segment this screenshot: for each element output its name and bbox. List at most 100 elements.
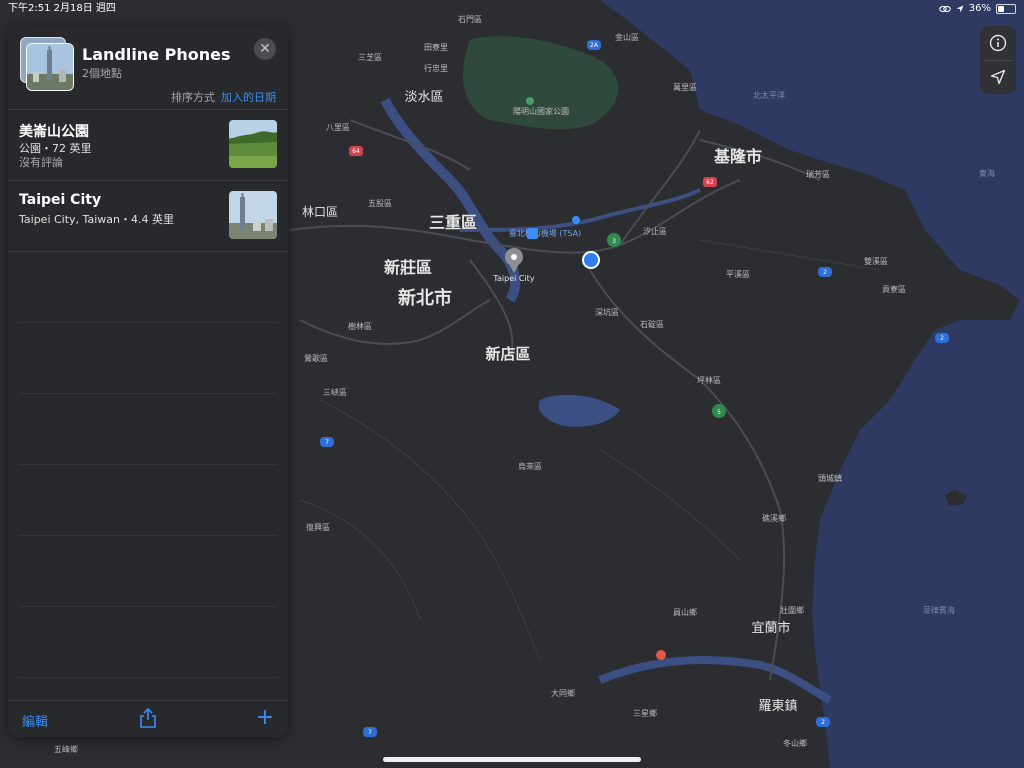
map-label-small: 東海 xyxy=(979,168,995,178)
svg-text:2: 2 xyxy=(823,269,827,276)
map-label-small: 員山鄉 xyxy=(673,607,697,617)
map-label-small: 石碇區 xyxy=(640,319,664,329)
guide-panel: Landline Phones 2個地點 ✕ 排序方式 加入的日期 美崙山公園 公… xyxy=(8,25,288,737)
city-skyline-photo xyxy=(229,191,277,239)
svg-text:62: 62 xyxy=(706,179,714,186)
panel-header: Landline Phones 2個地點 ✕ 排序方式 加入的日期 xyxy=(8,25,288,110)
map-label-small: 瑞芳區 xyxy=(806,169,830,179)
list-item[interactable]: 美崙山公園 公園・72 英里 沒有評論 xyxy=(8,110,288,181)
highway-badge: 64 xyxy=(349,146,363,156)
map-label-small: 三芝區 xyxy=(358,52,382,62)
map-label-small: 鶯歌區 xyxy=(304,353,328,363)
map-label-small: 三峽區 xyxy=(323,387,347,397)
sort-control[interactable]: 排序方式 加入的日期 xyxy=(171,89,276,105)
svg-text:2: 2 xyxy=(821,719,825,726)
airport-icon[interactable] xyxy=(527,228,538,239)
locate-me-button[interactable] xyxy=(980,60,1016,94)
map-label-large: 新店區 xyxy=(485,345,530,363)
map-label-small: 大同鄉 xyxy=(551,688,575,698)
map-label-small: 五峰鄉 xyxy=(54,744,78,754)
map-label-small: 臺北松山機場 (TSA) xyxy=(509,228,581,238)
current-location-dot xyxy=(582,251,600,269)
highway-badge: 2 xyxy=(818,267,832,277)
empty-row xyxy=(19,607,277,678)
map-label-small: 陽明山國家公園 xyxy=(513,106,569,116)
highway-badge: 7 xyxy=(320,437,334,447)
map-label-small: 北太平洋 xyxy=(753,90,785,100)
map-label-small: Taipei City xyxy=(492,274,534,283)
sort-value[interactable]: 加入的日期 xyxy=(221,91,276,104)
map-label-small: 田寮里 xyxy=(424,42,448,52)
highway-badge: 2 xyxy=(816,717,830,727)
sort-label: 排序方式 xyxy=(171,91,215,104)
map-label-large: 基隆市 xyxy=(713,147,762,166)
place-detail: Taipei City, Taiwan・4.4 英里 xyxy=(19,213,174,226)
guide-title: Landline Phones xyxy=(82,45,231,64)
svg-text:2: 2 xyxy=(940,335,944,342)
map-label-small: 頭城鎮 xyxy=(818,473,842,483)
map-label-small: 雙溪區 xyxy=(864,256,888,266)
svg-text:64: 64 xyxy=(352,148,360,155)
place-review: 沒有評論 xyxy=(19,156,63,169)
place-thumbnail xyxy=(229,120,277,168)
map-label-small: 八里區 xyxy=(326,123,350,132)
map-label-small: 深坑區 xyxy=(595,307,619,317)
place-title: 美崙山公園 xyxy=(19,124,89,140)
place-thumbnail xyxy=(229,191,277,239)
empty-row xyxy=(19,394,277,465)
guide-place-count: 2個地點 xyxy=(82,67,122,80)
add-place-button[interactable]: + xyxy=(256,705,274,731)
edit-button[interactable]: 編輯 xyxy=(22,711,48,730)
map-label-small: 三星鄉 xyxy=(633,708,657,718)
list-item[interactable]: Taipei City Taipei City, Taiwan・4.4 英里 xyxy=(8,181,288,252)
battery-icon xyxy=(996,4,1016,14)
status-time-date: 下午2:51 2月18日 週四 xyxy=(8,3,116,14)
empty-row xyxy=(19,536,277,607)
close-button[interactable]: ✕ xyxy=(254,38,276,60)
info-button[interactable] xyxy=(980,26,1016,60)
share-icon[interactable] xyxy=(139,708,157,728)
map-label-small: 貢寮區 xyxy=(882,284,906,294)
panel-toolbar: 編輯 + xyxy=(8,700,288,737)
location-arrow-icon xyxy=(990,69,1006,85)
map-label-small: 坪林區 xyxy=(697,375,721,385)
close-icon: ✕ xyxy=(259,41,271,57)
location-arrow-icon xyxy=(956,5,964,13)
train-station-icon[interactable] xyxy=(572,216,580,224)
home-indicator[interactable] xyxy=(383,757,641,762)
map-label-small: 復興區 xyxy=(306,522,330,532)
svg-text:2A: 2A xyxy=(590,42,599,49)
map-label-small: 烏來區 xyxy=(518,461,542,471)
city-skyline-photo xyxy=(27,44,73,90)
map-label-small: 菲律賓海 xyxy=(923,605,955,615)
svg-text:7: 7 xyxy=(325,439,329,446)
map-label-small: 樹林區 xyxy=(348,321,372,331)
empty-row xyxy=(19,252,277,323)
map-label-small: 冬山鄉 xyxy=(783,738,807,748)
svg-text:5: 5 xyxy=(717,409,721,416)
link-icon xyxy=(939,5,951,13)
map-label-small: 五股區 xyxy=(368,199,392,208)
map-label-small: 萬里區 xyxy=(673,82,697,92)
map-label-large: 新北市 xyxy=(398,287,452,309)
highway-badge: 2A xyxy=(587,40,601,50)
map-label-large: 羅東鎮 xyxy=(758,698,797,714)
highway-badge: 2 xyxy=(935,333,949,343)
highway-badge: 7 xyxy=(363,727,377,737)
highway-badge: 3 xyxy=(607,233,621,247)
empty-row xyxy=(19,465,277,536)
collection-cover-photo xyxy=(20,37,74,91)
map-label-small: 汐止區 xyxy=(643,226,667,236)
battery-level-fill xyxy=(998,6,1004,12)
park-poi-icon[interactable] xyxy=(526,97,534,105)
map-label-small: 行忠里 xyxy=(424,63,448,73)
map-label-large: 林口區 xyxy=(302,205,338,219)
map-label-large: 淡水區 xyxy=(404,90,443,105)
info-icon xyxy=(989,34,1007,52)
map-label-small: 金山區 xyxy=(615,32,639,42)
poi-alert-icon[interactable] xyxy=(656,650,666,660)
status-right-group: 36% xyxy=(939,0,1016,18)
svg-text:3: 3 xyxy=(612,238,616,245)
map-label-small: 壯圍鄉 xyxy=(780,605,804,615)
empty-row xyxy=(19,323,277,394)
